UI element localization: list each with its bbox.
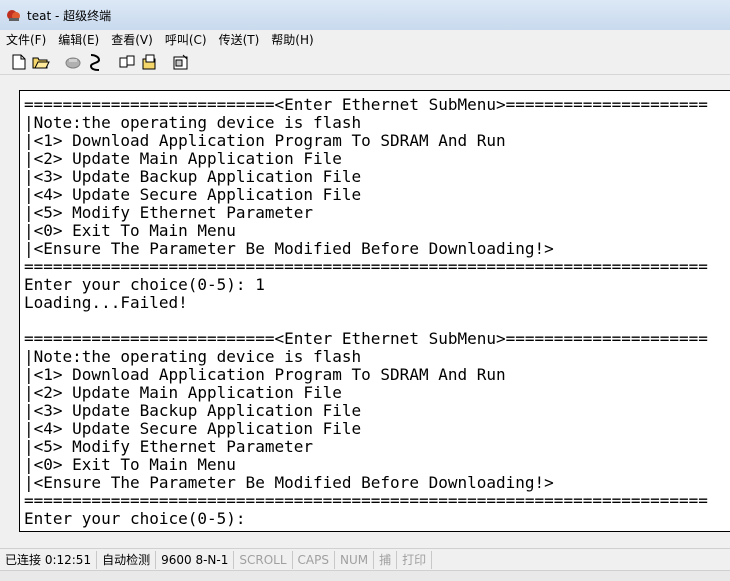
- terminal-line: |Note:the operating device is flash: [24, 113, 362, 132]
- toolbar: [0, 49, 730, 75]
- new-icon[interactable]: [10, 53, 28, 71]
- status-num: NUM: [335, 550, 375, 569]
- menu-transfer[interactable]: 传送(T): [219, 31, 260, 48]
- connect-icon[interactable]: [86, 53, 104, 71]
- status-caps: CAPS: [293, 550, 335, 569]
- terminal-line: |<1> Download Application Program To SDR…: [24, 131, 506, 150]
- terminal-line: Enter your choice(0-5): 1: [24, 275, 265, 294]
- menu-edit[interactable]: 编辑(E): [58, 31, 99, 48]
- title-bar: teat - 超级终端: [0, 0, 730, 30]
- terminal-line: ========================================…: [24, 257, 708, 276]
- terminal-line: Loading...Failed!: [24, 293, 188, 312]
- terminal-line: |<0> Exit To Main Menu: [24, 455, 236, 474]
- status-print: 打印: [397, 550, 433, 569]
- menu-file[interactable]: 文件(F): [6, 31, 46, 48]
- terminal-line: ========================================…: [24, 491, 708, 510]
- terminal-line: |<1> Download Application Program To SDR…: [24, 365, 506, 384]
- terminal-line: |<3> Update Backup Application File: [24, 167, 362, 186]
- disconnected-phone-icon[interactable]: [64, 53, 82, 71]
- terminal-area: ==========================<Enter Etherne…: [0, 76, 730, 546]
- terminal-screen[interactable]: ==========================<Enter Etherne…: [19, 90, 730, 532]
- menu-view[interactable]: 查看(V): [111, 31, 153, 48]
- hyperterminal-icon: [6, 7, 22, 23]
- terminal-line: |<4> Update Secure Application File: [24, 419, 362, 438]
- terminal-line: |<5> Modify Ethernet Parameter: [24, 437, 313, 456]
- status-connected: 已连接 0:12:51: [0, 550, 98, 569]
- terminal-line: |<Ensure The Parameter Be Modified Befor…: [24, 473, 554, 492]
- terminal-line: |<0> Exit To Main Menu: [24, 221, 236, 240]
- menu-call[interactable]: 呼叫(C): [165, 31, 207, 48]
- properties-icon[interactable]: [172, 53, 190, 71]
- status-bar: 已连接 0:12:51 自动检测 9600 8-N-1 SCROLL CAPS …: [0, 548, 730, 570]
- window-title: teat - 超级终端: [27, 8, 112, 23]
- terminal-line: |<2> Update Main Application File: [24, 383, 342, 402]
- terminal-line: ==========================<Enter Etherne…: [24, 95, 708, 114]
- open-icon[interactable]: [32, 53, 50, 71]
- status-baud: 9600 8-N-1: [156, 550, 235, 569]
- taskbar-strip: [0, 570, 730, 581]
- status-detect: 自动检测: [97, 550, 157, 569]
- terminal-line: ==========================<Enter Etherne…: [24, 329, 708, 348]
- send-icon[interactable]: [118, 53, 136, 71]
- receive-icon[interactable]: [140, 53, 158, 71]
- terminal-line: |<2> Update Main Application File: [24, 149, 342, 168]
- menu-help[interactable]: 帮助(H): [271, 31, 313, 48]
- terminal-line: Enter your choice(0-5):: [24, 509, 256, 528]
- terminal-text: ==========================<Enter Etherne…: [24, 96, 730, 531]
- terminal-line: |<3> Update Backup Application File: [24, 401, 362, 420]
- menu-bar: 文件(F) 编辑(E) 查看(V) 呼叫(C) 传送(T) 帮助(H): [0, 30, 730, 48]
- status-scroll: SCROLL: [234, 550, 293, 569]
- terminal-line: |<5> Modify Ethernet Parameter: [24, 203, 313, 222]
- terminal-line: |Note:the operating device is flash: [24, 347, 362, 366]
- terminal-line: |<4> Update Secure Application File: [24, 185, 362, 204]
- terminal-line: |<Ensure The Parameter Be Modified Befor…: [24, 239, 554, 258]
- status-capture: 捕: [374, 550, 398, 569]
